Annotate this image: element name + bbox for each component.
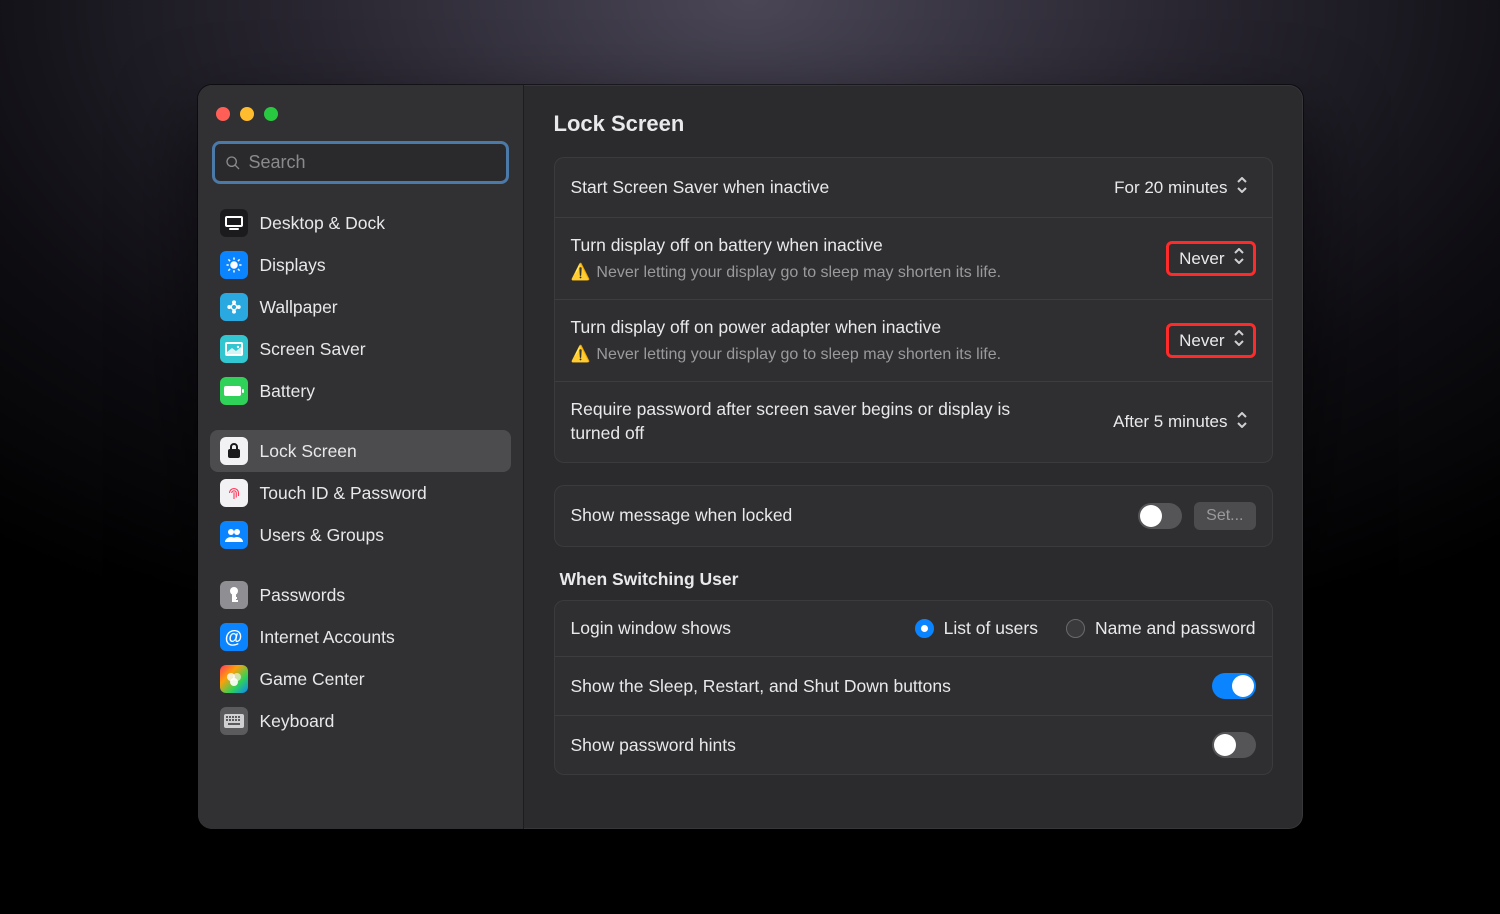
- sidebar-list: Desktop & Dock Displays Wallpaper Screen…: [210, 202, 511, 742]
- switching-user-card: Login window shows List of users Name an…: [554, 600, 1273, 776]
- sidebar-item-battery[interactable]: Battery: [210, 370, 511, 412]
- show-message-toggle[interactable]: [1138, 503, 1182, 529]
- sidebar-item-label: Game Center: [260, 669, 365, 690]
- row-power-display: Turn display off on power adapter when i…: [555, 299, 1272, 381]
- fullscreen-window-button[interactable]: [264, 107, 278, 121]
- main-content: Lock Screen Start Screen Saver when inac…: [524, 85, 1303, 829]
- radio-label: Name and password: [1095, 618, 1256, 639]
- row-password-hints: Show password hints: [555, 715, 1272, 774]
- row-require-password: Require password after screen saver begi…: [555, 381, 1272, 461]
- lock-screen-icon: [220, 437, 248, 465]
- desktop-dock-icon: [220, 209, 248, 237]
- sidebar-item-label: Passwords: [260, 585, 346, 606]
- window-controls: [210, 103, 511, 141]
- sidebar-item-label: Keyboard: [260, 711, 335, 732]
- radio-button: [1066, 619, 1085, 638]
- row-sleep-buttons: Show the Sleep, Restart, and Shut Down b…: [555, 656, 1272, 715]
- sidebar-item-wallpaper[interactable]: Wallpaper: [210, 286, 511, 328]
- sidebar-item-label: Lock Screen: [260, 441, 357, 462]
- sidebar-item-keyboard[interactable]: Keyboard: [210, 700, 511, 742]
- login-window-radio-group: List of users Name and password: [915, 618, 1256, 639]
- row-label: Require password after screen saver begi…: [571, 398, 1051, 445]
- dropdown-value: For 20 minutes: [1114, 178, 1227, 198]
- set-message-button[interactable]: Set...: [1194, 502, 1255, 530]
- radio-button-selected: [915, 619, 934, 638]
- dropdown-value: Never: [1179, 331, 1224, 351]
- settings-window: Desktop & Dock Displays Wallpaper Screen…: [198, 85, 1303, 829]
- row-login-window: Login window shows List of users Name an…: [555, 601, 1272, 657]
- sleep-buttons-toggle[interactable]: [1212, 673, 1256, 699]
- password-hints-toggle[interactable]: [1212, 732, 1256, 758]
- close-window-button[interactable]: [216, 107, 230, 121]
- search-field[interactable]: [212, 141, 509, 184]
- radio-list-of-users[interactable]: List of users: [915, 618, 1038, 639]
- row-battery-display: Turn display off on battery when inactiv…: [555, 217, 1272, 299]
- search-input[interactable]: [249, 152, 496, 173]
- page-title: Lock Screen: [554, 111, 1273, 137]
- require-password-dropdown[interactable]: After 5 minutes: [1103, 409, 1255, 436]
- screensaver-icon: [220, 335, 248, 363]
- chevron-updown-icon: [1233, 248, 1247, 269]
- wallpaper-icon: [220, 293, 248, 321]
- row-label: Show password hints: [571, 734, 1192, 758]
- sidebar-item-displays[interactable]: Displays: [210, 244, 511, 286]
- row-label: Show message when locked: [571, 504, 1119, 528]
- chevron-updown-icon: [1233, 330, 1247, 351]
- displays-icon: [220, 251, 248, 279]
- sidebar-item-label: Wallpaper: [260, 297, 338, 318]
- dropdown-value: After 5 minutes: [1113, 412, 1227, 432]
- radio-name-and-password[interactable]: Name and password: [1066, 618, 1256, 639]
- row-label: Turn display off on battery when inactiv…: [571, 234, 1147, 258]
- warning-icon: ⚠️: [571, 344, 591, 366]
- sidebar-item-screensaver[interactable]: Screen Saver: [210, 328, 511, 370]
- row-label: Show the Sleep, Restart, and Shut Down b…: [571, 675, 1192, 699]
- sidebar-item-label: Displays: [260, 255, 326, 276]
- sidebar-item-label: Screen Saver: [260, 339, 366, 360]
- sidebar-item-internet-accounts[interactable]: @ Internet Accounts: [210, 616, 511, 658]
- sidebar-item-touchid[interactable]: Touch ID & Password: [210, 472, 511, 514]
- switching-user-header: When Switching User: [560, 569, 1273, 590]
- dropdown-value: Never: [1179, 249, 1224, 269]
- sidebar-item-passwords[interactable]: Passwords: [210, 574, 511, 616]
- sidebar-item-lock-screen[interactable]: Lock Screen: [210, 430, 511, 472]
- row-label: Start Screen Saver when inactive: [571, 176, 1085, 200]
- warning-text: ⚠️Never letting your display go to sleep…: [571, 344, 1147, 366]
- chevron-updown-icon: [1236, 412, 1250, 433]
- power-display-dropdown[interactable]: Never: [1166, 323, 1255, 358]
- chevron-updown-icon: [1236, 177, 1250, 198]
- keyboard-icon: [220, 707, 248, 735]
- battery-display-dropdown[interactable]: Never: [1166, 241, 1255, 276]
- battery-icon: [220, 377, 248, 405]
- search-icon: [225, 155, 241, 171]
- row-label: Turn display off on power adapter when i…: [571, 316, 1147, 340]
- sidebar-item-label: Users & Groups: [260, 525, 384, 546]
- warning-text: ⚠️Never letting your display go to sleep…: [571, 262, 1147, 284]
- radio-label: List of users: [944, 618, 1038, 639]
- sidebar-item-users-groups[interactable]: Users & Groups: [210, 514, 511, 556]
- screensaver-dropdown[interactable]: For 20 minutes: [1104, 174, 1255, 201]
- lock-message-card: Show message when locked Set...: [554, 485, 1273, 547]
- warning-icon: ⚠️: [571, 262, 591, 284]
- gamecenter-icon: [220, 665, 248, 693]
- sidebar-item-desktop-dock[interactable]: Desktop & Dock: [210, 202, 511, 244]
- sidebar-item-label: Desktop & Dock: [260, 213, 385, 234]
- passwords-icon: [220, 581, 248, 609]
- users-groups-icon: [220, 521, 248, 549]
- sidebar-item-label: Battery: [260, 381, 315, 402]
- touchid-icon: [220, 479, 248, 507]
- minimize-window-button[interactable]: [240, 107, 254, 121]
- row-show-message: Show message when locked Set...: [555, 486, 1272, 546]
- sidebar-item-gamecenter[interactable]: Game Center: [210, 658, 511, 700]
- sidebar-item-label: Touch ID & Password: [260, 483, 427, 504]
- row-screensaver: Start Screen Saver when inactive For 20 …: [555, 158, 1272, 217]
- row-label: Login window shows: [571, 617, 732, 641]
- lock-screen-options-card: Start Screen Saver when inactive For 20 …: [554, 157, 1273, 463]
- sidebar-item-label: Internet Accounts: [260, 627, 395, 648]
- sidebar: Desktop & Dock Displays Wallpaper Screen…: [198, 85, 524, 829]
- internet-accounts-icon: @: [220, 623, 248, 651]
